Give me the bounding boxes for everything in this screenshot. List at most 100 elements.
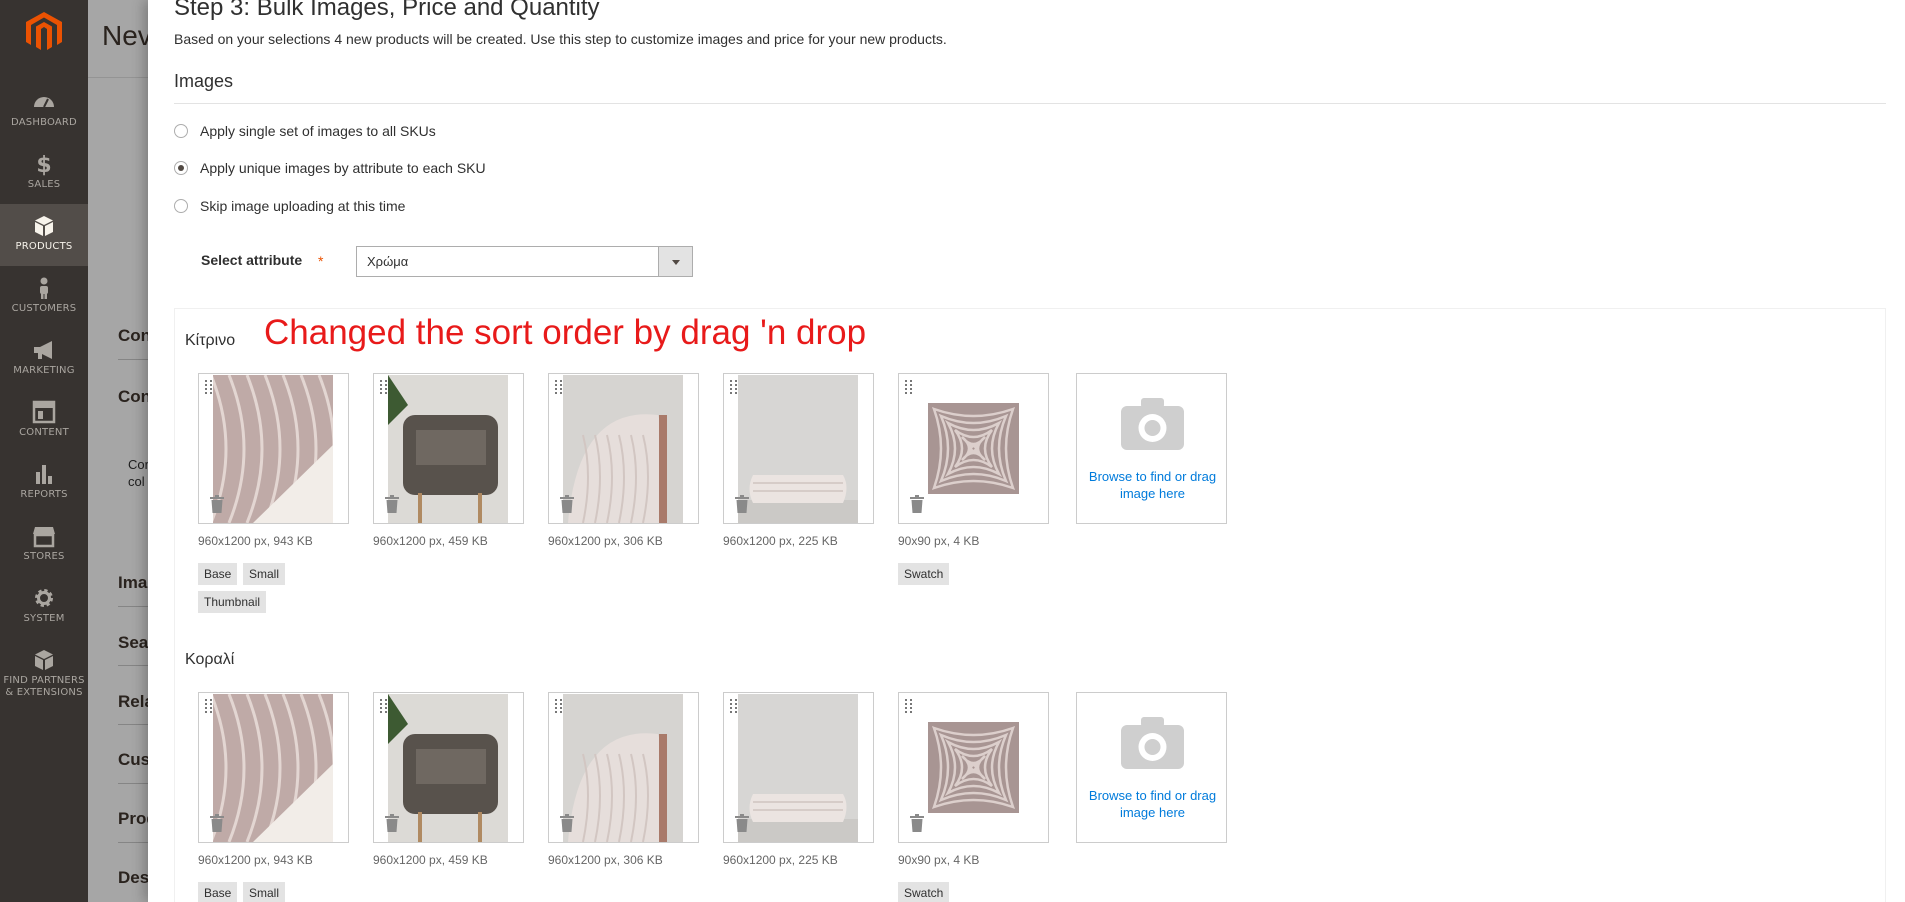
sidebar-item-label: MARKETING <box>13 365 75 376</box>
image-role-badge: Small <box>243 882 286 902</box>
swatch-photo <box>928 403 1019 494</box>
trash-icon[interactable] <box>384 495 400 513</box>
trash-icon[interactable] <box>209 495 225 513</box>
chevron-down-icon[interactable] <box>658 247 692 276</box>
drag-handle-icon[interactable] <box>204 379 214 395</box>
product-photo <box>738 694 858 842</box>
image-meta: 960x1200 px, 459 KB <box>373 853 488 867</box>
svg-text:$: $ <box>36 153 51 176</box>
sidebar-item-reports[interactable]: REPORTS <box>0 452 88 514</box>
content-icon <box>32 400 56 424</box>
trash-icon[interactable] <box>909 495 925 513</box>
sidebar-item-system[interactable]: SYSTEM <box>0 576 88 638</box>
magento-logo-icon[interactable] <box>26 12 62 52</box>
image-thumbnail[interactable] <box>198 373 349 524</box>
upload-link-text[interactable]: Browse to find or drag image here <box>1087 787 1218 821</box>
drag-handle-icon[interactable] <box>729 379 739 395</box>
trash-icon[interactable] <box>209 814 225 832</box>
image-thumbnail[interactable] <box>723 373 874 524</box>
image-upload-dropzone[interactable]: Browse to find or drag image here <box>1076 373 1227 524</box>
trash-icon[interactable] <box>909 814 925 832</box>
admin-sidebar: DASHBOARD $ SALES PRODUCTS CUSTOMERS MAR… <box>0 0 88 902</box>
dollar-icon: $ <box>36 153 51 176</box>
image-thumbnail[interactable] <box>198 692 349 843</box>
annotation-text: Changed the sort order by drag 'n drop <box>264 313 867 352</box>
image-upload-dropzone[interactable]: Browse to find or drag image here <box>1076 692 1227 843</box>
drag-handle-icon[interactable] <box>554 379 564 395</box>
configurations-wizard-modal: Step 3: Bulk Images, Price and Quantity … <box>148 0 1905 902</box>
image-thumbnail[interactable] <box>898 692 1049 843</box>
product-photo <box>563 694 683 842</box>
radio-label[interactable]: Apply single set of images to all SKUs <box>200 123 436 139</box>
product-photo <box>738 375 858 523</box>
step-title: Step 3: Bulk Images, Price and Quantity <box>174 0 600 21</box>
trash-icon[interactable] <box>384 814 400 832</box>
camera-icon <box>1121 398 1184 450</box>
drag-handle-icon[interactable] <box>379 698 389 714</box>
drag-handle-icon[interactable] <box>729 698 739 714</box>
store-icon <box>33 527 55 548</box>
megaphone-icon <box>34 341 52 359</box>
sidebar-item-label: CUSTOMERS <box>11 303 77 314</box>
divider <box>174 103 1886 104</box>
trash-icon[interactable] <box>734 814 750 832</box>
image-meta: 960x1200 px, 225 KB <box>723 534 838 548</box>
image-thumbnail[interactable] <box>548 373 699 524</box>
drag-handle-icon[interactable] <box>904 698 914 714</box>
step-description: Based on your selections 4 new products … <box>174 31 947 47</box>
radio-button[interactable] <box>174 199 188 213</box>
select-attribute-dropdown[interactable]: Χρώμα <box>356 246 693 277</box>
drag-handle-icon[interactable] <box>554 698 564 714</box>
image-role-badge: Thumbnail <box>198 591 267 613</box>
radio-label[interactable]: Skip image uploading at this time <box>200 198 405 214</box>
image-role-badge: Swatch <box>898 563 950 585</box>
select-attribute-value: Χρώμα <box>367 254 409 269</box>
sidebar-item-label: FIND PARTNERS <box>3 675 85 686</box>
sidebar-item-sales[interactable]: $ SALES <box>0 142 88 204</box>
upload-link-text[interactable]: Browse to find or drag image here <box>1087 468 1218 502</box>
person-icon <box>40 277 48 299</box>
sidebar-item-customers[interactable]: CUSTOMERS <box>0 266 88 328</box>
sidebar-item-content[interactable]: CONTENT <box>0 390 88 452</box>
drag-handle-icon[interactable] <box>204 698 214 714</box>
radio-skip-images[interactable]: Skip image uploading at this time <box>174 196 405 216</box>
sidebar-item-find-partners[interactable]: FIND PARTNERS & EXTENSIONS <box>0 638 88 710</box>
swatch-photo <box>928 722 1019 813</box>
image-thumbnail[interactable] <box>548 692 699 843</box>
drag-handle-icon[interactable] <box>904 379 914 395</box>
product-photo <box>388 375 508 523</box>
radio-button[interactable] <box>174 124 188 138</box>
image-meta: 90x90 px, 4 KB <box>898 534 980 548</box>
radio-label[interactable]: Apply unique images by attribute to each… <box>200 160 486 176</box>
image-meta: 960x1200 px, 943 KB <box>198 853 313 867</box>
trash-icon[interactable] <box>559 814 575 832</box>
image-thumbnail[interactable] <box>373 692 524 843</box>
gear-icon <box>35 589 53 607</box>
drag-handle-icon[interactable] <box>379 379 389 395</box>
image-thumbnail[interactable] <box>373 373 524 524</box>
sidebar-item-label: PRODUCTS <box>15 241 73 252</box>
product-photo <box>563 375 683 523</box>
radio-unique-images[interactable]: Apply unique images by attribute to each… <box>174 158 486 178</box>
image-meta: 90x90 px, 4 KB <box>898 853 980 867</box>
radio-single-images[interactable]: Apply single set of images to all SKUs <box>174 121 436 141</box>
sidebar-item-marketing[interactable]: MARKETING <box>0 328 88 390</box>
trash-icon[interactable] <box>734 495 750 513</box>
image-role-badge: Base <box>198 882 238 902</box>
image-role-badge: Small <box>243 563 286 585</box>
sidebar-item-products[interactable]: PRODUCTS <box>0 204 88 266</box>
required-mark: * <box>318 253 324 269</box>
cube-icon <box>35 216 53 236</box>
radio-button[interactable] <box>174 161 188 175</box>
image-thumbnail[interactable] <box>898 373 1049 524</box>
extensions-icon <box>35 650 53 670</box>
trash-icon[interactable] <box>559 495 575 513</box>
sidebar-item-label: SYSTEM <box>23 613 65 624</box>
group-label: Κίτρινο <box>185 332 236 349</box>
image-thumbnail[interactable] <box>723 692 874 843</box>
product-photo <box>213 375 333 523</box>
dashboard-icon <box>34 97 54 108</box>
image-meta: 960x1200 px, 459 KB <box>373 534 488 548</box>
sidebar-item-dashboard[interactable]: DASHBOARD <box>0 80 88 142</box>
sidebar-item-stores[interactable]: STORES <box>0 514 88 576</box>
